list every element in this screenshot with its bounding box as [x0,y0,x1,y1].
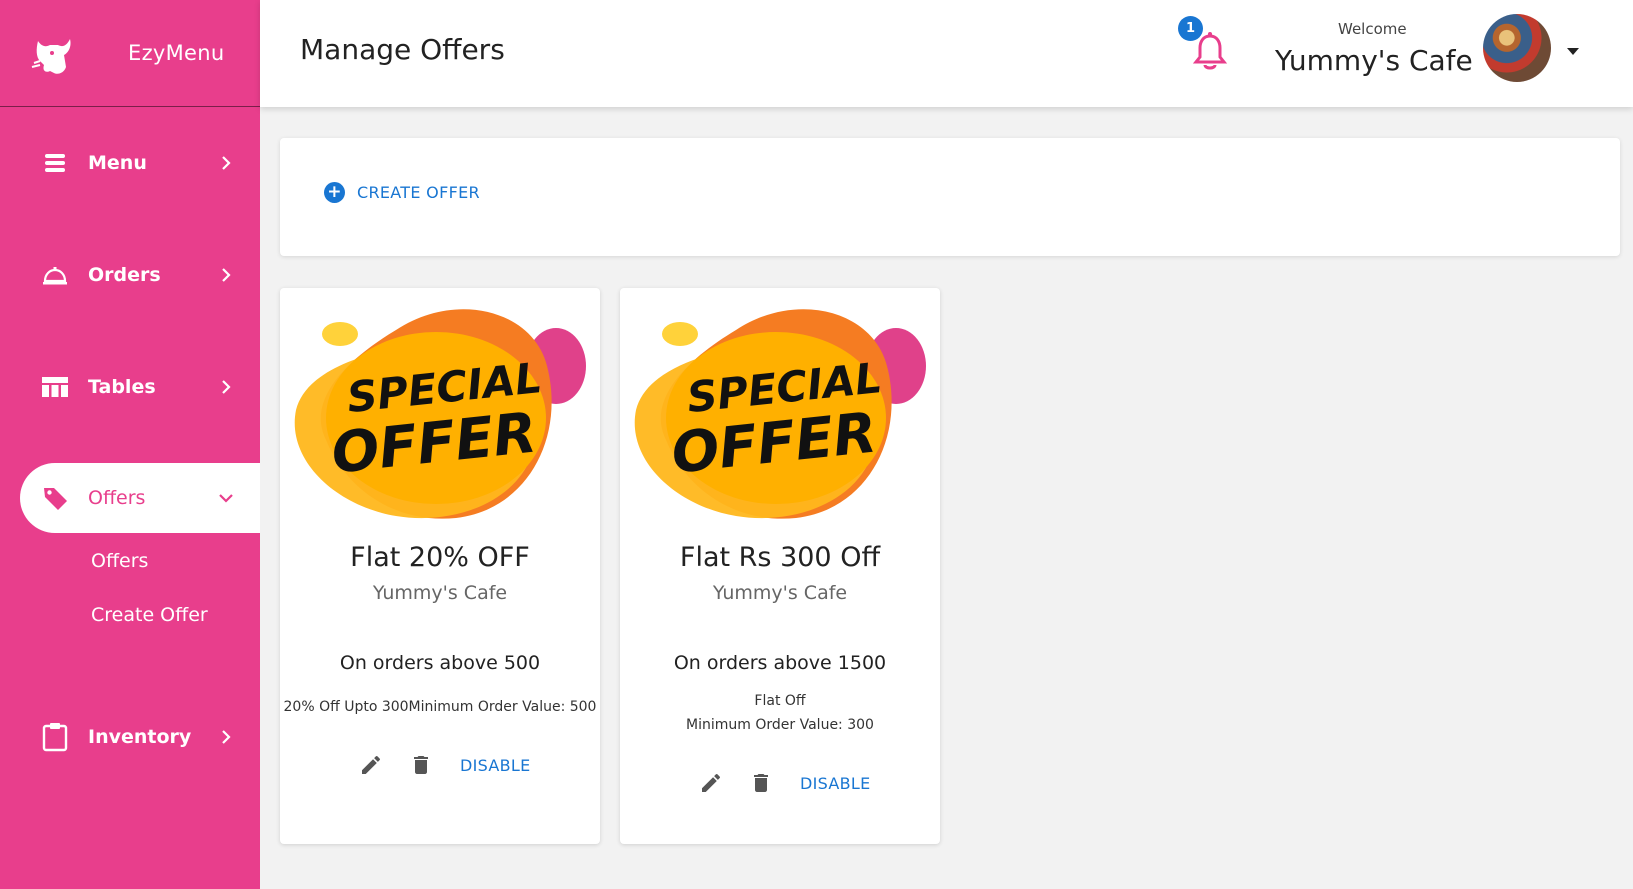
offer-title: Flat 20% OFF [350,542,530,573]
create-offer-label: CREATE OFFER [357,183,480,202]
offer-card: SPECIAL OFFER Flat Rs 300 Off Yummy's Ca… [620,288,940,844]
create-offer-panel: + CREATE OFFER [280,138,1620,256]
sidebar-item-tables[interactable]: Tables [0,352,260,422]
sidebar-item-label: Offers [88,487,146,509]
edit-pencil-icon[interactable] [698,770,724,796]
sidebar-subitem-create-offer[interactable]: Create Offer [91,604,208,626]
special-offer-banner: SPECIAL OFFER [634,309,926,519]
edit-pencil-icon[interactable] [358,752,384,778]
disable-button[interactable]: DISABLE [800,774,871,793]
chevron-right-icon [222,268,231,282]
sidebar-subitem-offers[interactable]: Offers [91,550,148,572]
welcome-text: Welcome [1338,20,1407,38]
offer-condition: On orders above 1500 [673,652,887,674]
sidebar-item-inventory[interactable]: Inventory [0,702,260,772]
brand: EzyMenu [0,0,260,107]
create-offer-button[interactable]: + CREATE OFFER [324,182,480,203]
brand-name: EzyMenu [128,41,225,65]
trash-icon[interactable] [748,770,774,796]
trash-icon[interactable] [408,752,434,778]
offer-cafe: Yummy's Cafe [372,582,508,604]
caret-down-icon[interactable] [1567,48,1579,55]
clipboard-icon [40,722,70,752]
bull-logo-icon [31,39,71,74]
table-icon [40,372,70,402]
sidebar-item-label: Inventory [88,726,192,748]
sidebar-item-label: Orders [88,264,161,286]
offer-cafe: Yummy's Cafe [712,582,848,604]
offer-condition: On orders above 500 [339,652,541,674]
special-offer-banner: SPECIAL OFFER [294,309,586,519]
sidebar-item-menu[interactable]: Menu [0,128,260,198]
avatar[interactable] [1483,14,1551,82]
chevron-right-icon [222,156,231,170]
offer-detail: Minimum Order Value: 300 [686,717,874,733]
page-title: Manage Offers [300,33,505,66]
offer-detail: Flat Off [754,693,806,709]
offer-detail: 20% Off Upto 300Minimum Order Value: 500 [283,699,597,715]
notification-badge: 1 [1178,16,1203,41]
sidebar-item-offers[interactable]: Offers [20,463,260,533]
disable-button[interactable]: DISABLE [460,756,531,775]
offer-actions: DISABLE [358,752,531,778]
offer-actions: DISABLE [698,770,871,796]
sidebar-item-label: Tables [88,376,156,398]
chevron-right-icon [222,380,231,394]
top-header: Manage Offers 1 Welcome Yummy's Cafe [260,0,1633,107]
add-circle-icon: + [324,182,345,203]
sidebar: EzyMenu Menu Orders Tables Offers Offers… [0,0,260,889]
user-name: Yummy's Cafe [1275,44,1473,77]
chevron-right-icon [222,730,231,744]
room-service-icon [40,260,70,290]
offer-title: Flat Rs 300 Off [679,542,881,573]
sidebar-item-orders[interactable]: Orders [0,240,260,310]
tag-icon [40,483,70,513]
sidebar-item-label: Menu [88,152,147,174]
chevron-down-icon [219,494,233,503]
offer-card: SPECIAL OFFER Flat 20% OFF Yummy's Cafe … [280,288,600,844]
menu-list-icon [40,148,70,178]
